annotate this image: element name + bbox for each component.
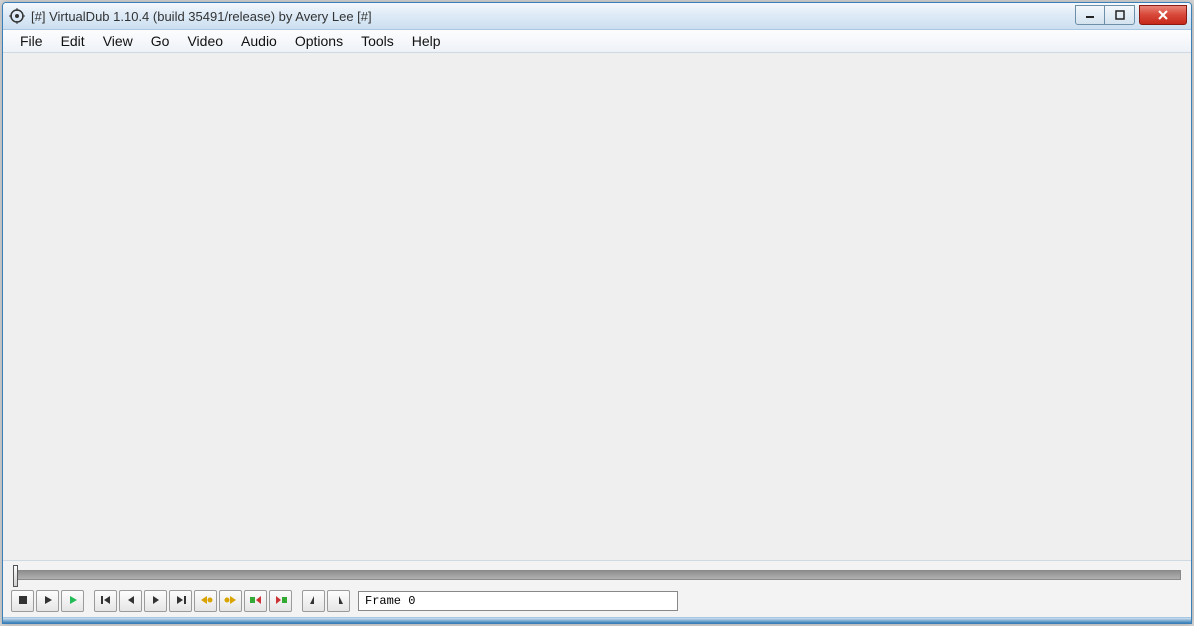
play-output-button[interactable] bbox=[61, 590, 84, 612]
step-back-button[interactable] bbox=[119, 590, 142, 612]
window-border-bottom bbox=[3, 617, 1191, 623]
timeline-track[interactable] bbox=[13, 570, 1181, 580]
seek-start-icon bbox=[100, 594, 112, 609]
menu-file[interactable]: File bbox=[11, 31, 52, 51]
play-icon bbox=[42, 594, 54, 609]
menu-edit[interactable]: Edit bbox=[52, 31, 94, 51]
stop-icon bbox=[17, 594, 29, 609]
menu-video[interactable]: Video bbox=[178, 31, 232, 51]
step-forward-button[interactable] bbox=[144, 590, 167, 612]
step-forward-icon bbox=[150, 594, 162, 609]
mark-in-icon bbox=[308, 594, 320, 609]
play-input-button[interactable] bbox=[36, 590, 59, 612]
scene-prev-icon bbox=[249, 594, 263, 609]
scene-prev-button[interactable] bbox=[244, 590, 267, 612]
stop-button[interactable] bbox=[11, 590, 34, 612]
app-icon bbox=[9, 8, 25, 24]
menu-view[interactable]: View bbox=[94, 31, 142, 51]
scene-next-button[interactable] bbox=[269, 590, 292, 612]
menu-go[interactable]: Go bbox=[142, 31, 179, 51]
menu-help[interactable]: Help bbox=[403, 31, 450, 51]
mark-in-button[interactable] bbox=[302, 590, 325, 612]
key-next-button[interactable] bbox=[219, 590, 242, 612]
maximize-button[interactable] bbox=[1105, 5, 1135, 25]
seek-end-icon bbox=[175, 594, 187, 609]
frame-label: Frame 0 bbox=[365, 594, 415, 608]
caption-buttons bbox=[1075, 5, 1187, 25]
seek-end-button[interactable] bbox=[169, 590, 192, 612]
menu-audio[interactable]: Audio bbox=[232, 31, 286, 51]
video-panes bbox=[3, 53, 1191, 561]
scene-next-icon bbox=[274, 594, 288, 609]
titlebar[interactable]: [#] VirtualDub 1.10.4 (build 35491/relea… bbox=[3, 3, 1191, 30]
seek-start-button[interactable] bbox=[94, 590, 117, 612]
close-button[interactable] bbox=[1139, 5, 1187, 25]
mark-out-icon bbox=[333, 594, 345, 609]
menubar: File Edit View Go Video Audio Options To… bbox=[3, 30, 1191, 53]
playback-toolbar: Frame 0 bbox=[3, 587, 1191, 617]
menu-options[interactable]: Options bbox=[286, 31, 352, 51]
minimize-button[interactable] bbox=[1075, 5, 1105, 25]
key-prev-icon bbox=[199, 594, 213, 609]
key-next-icon bbox=[224, 594, 238, 609]
key-prev-button[interactable] bbox=[194, 590, 217, 612]
frame-display: Frame 0 bbox=[358, 591, 678, 611]
mark-out-button[interactable] bbox=[327, 590, 350, 612]
timeline bbox=[3, 561, 1191, 587]
app-window: [#] VirtualDub 1.10.4 (build 35491/relea… bbox=[2, 2, 1192, 624]
step-back-icon bbox=[125, 594, 137, 609]
timeline-thumb[interactable] bbox=[13, 565, 18, 587]
play-output-icon bbox=[67, 594, 79, 609]
menu-tools[interactable]: Tools bbox=[352, 31, 403, 51]
window-title: [#] VirtualDub 1.10.4 (build 35491/relea… bbox=[31, 9, 1075, 24]
